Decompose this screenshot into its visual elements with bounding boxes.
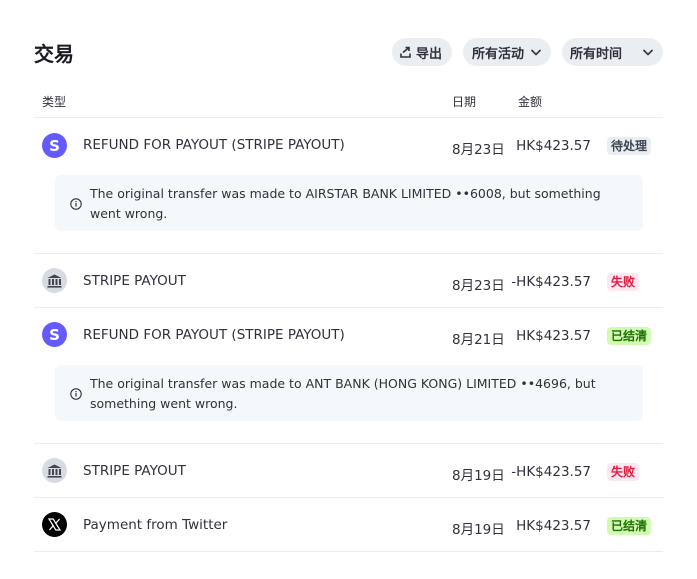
stripe-icon: S	[42, 322, 67, 347]
transaction-amount: -HK$423.57	[511, 274, 591, 290]
transaction-date: 8月19日	[452, 522, 505, 538]
transaction-type: STRIPE PAYOUT	[83, 273, 186, 289]
error-notice: The original transfer was made to ANT BA…	[55, 365, 643, 421]
activity-filter-label: 所有活动	[472, 46, 525, 62]
time-filter-label: 所有时间	[570, 46, 623, 62]
transaction-type: STRIPE PAYOUT	[83, 463, 186, 479]
transaction-date: 8月19日	[452, 468, 505, 484]
error-notice: The original transfer was made to AIRSTA…	[55, 175, 643, 231]
status-badge: 失败	[607, 273, 640, 291]
status-badge: 已结清	[607, 327, 652, 345]
notice-text: The original transfer was made to AIRSTA…	[90, 186, 601, 221]
chevron-down-icon	[530, 47, 542, 57]
bank-icon	[42, 458, 67, 483]
column-header-type: 类型	[42, 95, 67, 109]
divider	[34, 551, 663, 552]
activity-filter-dropdown[interactable]: 所有活动	[463, 38, 551, 66]
info-icon	[70, 385, 82, 404]
bank-icon	[42, 268, 67, 293]
export-icon	[399, 46, 412, 59]
export-label: 导出	[416, 46, 443, 62]
transaction-amount: HK$423.57	[516, 518, 591, 534]
info-icon	[70, 195, 82, 214]
table-row[interactable]: STRIPE PAYOUT 8月19日 -HK$423.57 失败	[34, 444, 663, 497]
stripe-icon: S	[42, 133, 67, 158]
transaction-date: 8月21日	[452, 332, 505, 348]
transaction-type: Payment from Twitter	[83, 517, 228, 533]
page-title: 交易	[34, 42, 74, 66]
column-header-date: 日期	[452, 95, 477, 109]
x-logo-icon	[42, 512, 67, 537]
transaction-date: 8月23日	[452, 142, 505, 158]
transaction-type: REFUND FOR PAYOUT (STRIPE PAYOUT)	[83, 137, 345, 153]
export-button[interactable]: 导出	[392, 38, 452, 66]
transaction-amount: -HK$423.57	[511, 464, 591, 480]
transaction-amount: HK$423.57	[516, 328, 591, 344]
transaction-type: REFUND FOR PAYOUT (STRIPE PAYOUT)	[83, 327, 345, 343]
transaction-date: 8月23日	[452, 278, 505, 294]
status-badge: 失败	[607, 463, 640, 481]
column-header-amount: 金额	[518, 95, 543, 109]
table-row[interactable]: Payment from Twitter 8月19日 HK$423.57 已结清	[34, 498, 663, 551]
table-row[interactable]: STRIPE PAYOUT 8月23日 -HK$423.57 失败	[34, 254, 663, 307]
status-badge: 待处理	[607, 137, 652, 155]
status-badge: 已结清	[607, 517, 652, 535]
notice-text: The original transfer was made to ANT BA…	[90, 376, 596, 411]
time-filter-dropdown[interactable]: 所有时间	[562, 38, 663, 66]
chevron-down-icon	[642, 47, 654, 57]
transaction-amount: HK$423.57	[516, 138, 591, 154]
